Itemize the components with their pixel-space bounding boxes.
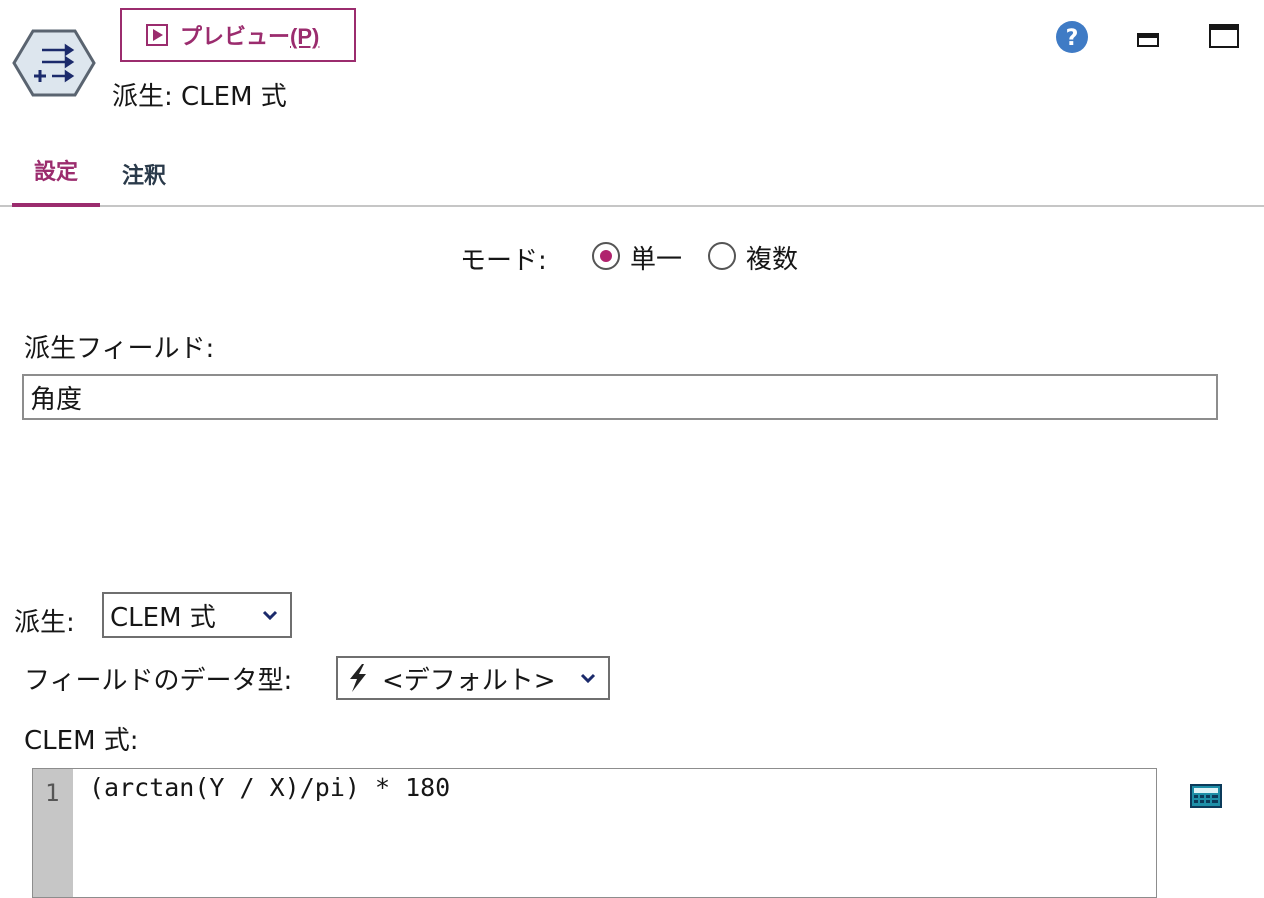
preview-button[interactable]: プレビュー(P) xyxy=(120,8,356,62)
svg-text:?: ? xyxy=(1066,26,1079,51)
derive-as-label: 派生: xyxy=(14,608,75,638)
derive-field-label: 派生フィールド: xyxy=(24,334,215,364)
line-number: 1 xyxy=(45,779,60,807)
derive-field-input[interactable] xyxy=(22,374,1218,420)
expression-code[interactable]: (arctan(Y / X)/pi) * 180 xyxy=(89,773,450,802)
mode-label: モード: xyxy=(460,246,547,276)
lightning-bolt-icon xyxy=(350,664,366,692)
mode-single-radio[interactable] xyxy=(592,242,620,270)
mode-multiple-radio[interactable] xyxy=(708,242,736,270)
derive-as-select[interactable]: CLEM 式 xyxy=(102,592,292,638)
maximize-icon[interactable] xyxy=(1209,24,1239,48)
field-type-label: フィールドのデータ型: xyxy=(24,666,293,696)
clem-expression-label: CLEM 式: xyxy=(24,726,139,756)
help-icon[interactable]: ? xyxy=(1055,20,1089,54)
chevron-down-icon xyxy=(580,673,596,683)
field-type-value: <デフォルト> xyxy=(382,665,556,696)
mode-single-label[interactable]: 単一 xyxy=(630,239,682,276)
tab-settings[interactable]: 設定 xyxy=(32,154,80,186)
preview-label: プレビュー xyxy=(180,24,291,49)
chevron-down-icon xyxy=(262,610,278,620)
line-gutter: 1 xyxy=(33,769,73,897)
expression-builder-calculator-icon[interactable] xyxy=(1190,784,1222,808)
tab-annotations[interactable]: 注釈 xyxy=(120,158,168,190)
derive-as-value: CLEM 式 xyxy=(110,602,216,633)
tab-bar: 設定 注釈 xyxy=(0,150,1264,208)
node-title: 派生: CLEM 式 xyxy=(112,82,287,112)
preview-mnemonic: (P) xyxy=(290,24,320,49)
tab-divider xyxy=(0,205,1264,207)
field-type-select[interactable]: <デフォルト> xyxy=(336,656,610,700)
play-icon xyxy=(146,24,168,46)
minimize-icon[interactable] xyxy=(1137,32,1159,48)
expression-editor[interactable]: 1 (arctan(Y / X)/pi) * 180 xyxy=(32,768,1157,898)
active-tab-indicator xyxy=(12,203,100,207)
mode-multiple-label[interactable]: 複数 xyxy=(746,239,798,276)
derive-node-icon xyxy=(12,29,96,97)
